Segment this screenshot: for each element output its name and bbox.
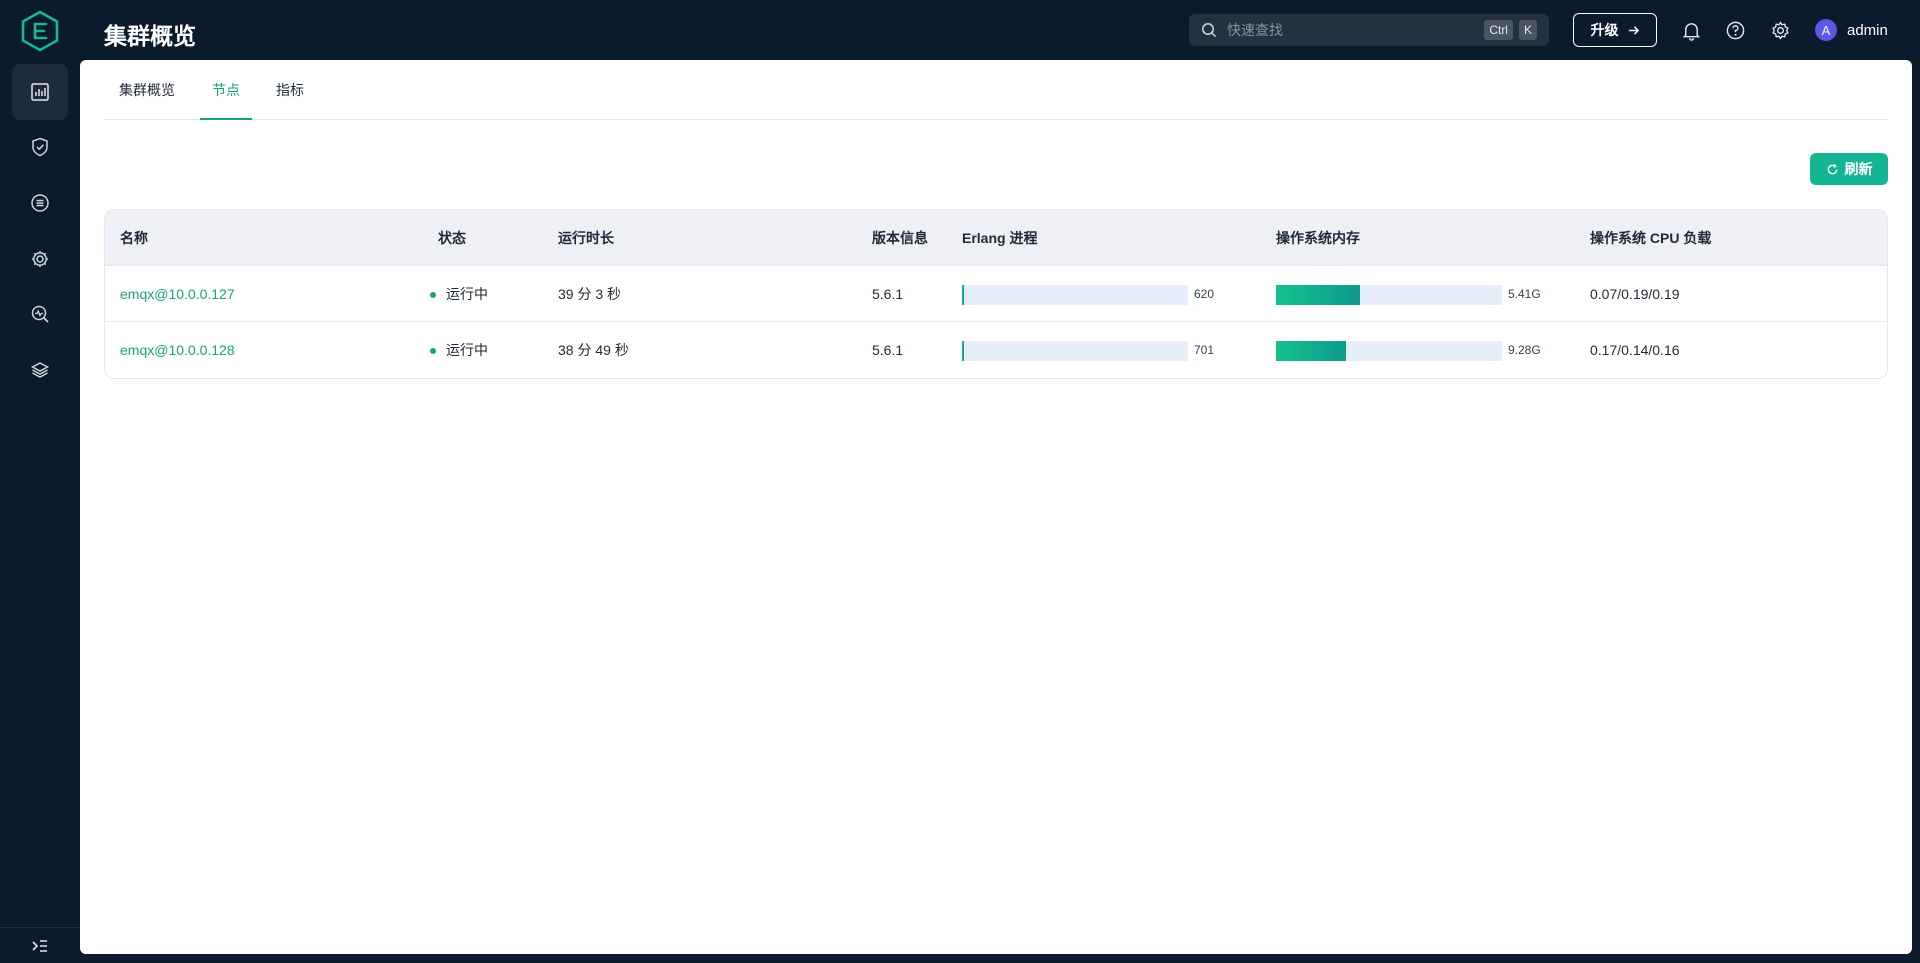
shortcut-key-ctrl: Ctrl bbox=[1484, 20, 1513, 40]
avatar: A bbox=[1815, 19, 1837, 41]
search-placeholder: 快速查找 bbox=[1227, 22, 1283, 38]
user-menu[interactable]: A admin bbox=[1815, 19, 1888, 41]
sidebar-item-management[interactable] bbox=[12, 231, 68, 287]
node-name-link[interactable]: emqx@10.0.0.128 bbox=[120, 322, 235, 378]
settings-button[interactable] bbox=[1768, 18, 1792, 42]
tab-cluster-overview[interactable]: 集群概览 bbox=[112, 60, 182, 120]
tab-bar: 集群概览 节点 指标 bbox=[104, 60, 1888, 120]
table-row: emqx@10.0.0.128 运行中 38 分 49 秒 5.6.1 701 … bbox=[105, 322, 1887, 378]
main-panel: 集群概览 节点 指标 刷新 名称 状态 运行时长 版本信息 Erlang 进程 … bbox=[80, 60, 1912, 954]
collapse-sidebar-button[interactable] bbox=[0, 927, 80, 963]
node-version: 5.6.1 bbox=[872, 342, 904, 358]
collapse-menu-icon bbox=[32, 939, 47, 952]
status-text: 运行中 bbox=[446, 342, 488, 358]
notifications-button[interactable] bbox=[1679, 18, 1703, 42]
status-dot bbox=[430, 348, 436, 355]
help-button[interactable] bbox=[1723, 18, 1747, 42]
column-header-status: 状态 bbox=[438, 230, 466, 246]
emqx-logo-icon[interactable] bbox=[20, 10, 60, 52]
os-memory-value: 9.28G bbox=[1508, 343, 1541, 357]
column-header-os-memory: 操作系统内存 bbox=[1276, 230, 1360, 246]
column-header-name: 名称 bbox=[120, 230, 148, 246]
column-header-version: 版本信息 bbox=[872, 230, 928, 246]
management-gear-icon bbox=[32, 251, 48, 267]
bell-icon bbox=[1682, 22, 1700, 41]
shortcut-key-k: K bbox=[1518, 20, 1537, 40]
upgrade-button[interactable]: 升级 bbox=[1573, 13, 1657, 47]
search-icon bbox=[1202, 23, 1217, 38]
shield-check-icon bbox=[32, 137, 48, 157]
node-uptime: 39 分 3 秒 bbox=[558, 286, 622, 302]
node-status: 运行中 bbox=[430, 322, 488, 378]
layers-icon bbox=[30, 362, 50, 378]
node-name-link[interactable]: emqx@10.0.0.127 bbox=[120, 266, 235, 322]
os-memory-bar bbox=[1276, 285, 1502, 305]
refresh-icon bbox=[1827, 163, 1837, 174]
node-version: 5.6.1 bbox=[872, 286, 904, 302]
erlang-process-count: 701 bbox=[1194, 343, 1215, 357]
sidebar bbox=[0, 0, 80, 963]
dashboard-icon bbox=[31, 83, 49, 101]
os-cpu-load: 0.07/0.19/0.19 bbox=[1590, 286, 1680, 302]
username: admin bbox=[1847, 21, 1888, 39]
os-memory-bar-fill bbox=[1276, 341, 1347, 361]
os-memory-value: 5.41G bbox=[1508, 287, 1541, 301]
node-status: 运行中 bbox=[430, 266, 488, 322]
help-circle-icon bbox=[1726, 21, 1744, 39]
table-header: 名称 状态 运行时长 版本信息 Erlang 进程 操作系统内存 操作系统 CP… bbox=[105, 210, 1887, 266]
node-uptime: 38 分 49 秒 bbox=[558, 342, 629, 358]
page-title: 集群概览 bbox=[104, 23, 196, 49]
erlang-process-bar bbox=[962, 285, 1188, 305]
arrow-right-icon bbox=[1628, 25, 1639, 35]
tab-metrics[interactable]: 指标 bbox=[270, 60, 310, 120]
table-row: emqx@10.0.0.127 运行中 39 分 3 秒 5.6.1 620 5… bbox=[105, 266, 1887, 322]
os-memory-bar-fill bbox=[1276, 285, 1360, 305]
os-cpu-load: 0.17/0.14/0.16 bbox=[1590, 342, 1680, 358]
column-header-uptime: 运行时长 bbox=[558, 230, 614, 246]
nodes-table: 名称 状态 运行时长 版本信息 Erlang 进程 操作系统内存 操作系统 CP… bbox=[104, 209, 1888, 379]
refresh-button[interactable]: 刷新 bbox=[1810, 153, 1888, 185]
sidebar-item-diagnose[interactable] bbox=[12, 286, 68, 342]
erlang-process-bar-fill bbox=[962, 341, 964, 361]
erlang-process-count: 620 bbox=[1194, 287, 1215, 301]
sidebar-item-dashboard[interactable] bbox=[12, 64, 68, 120]
column-header-erlang-processes: Erlang 进程 bbox=[962, 230, 1038, 246]
os-memory-bar bbox=[1276, 341, 1502, 361]
upgrade-label: 升级 bbox=[1590, 22, 1619, 38]
column-header-os-cpu-load: 操作系统 CPU 负载 bbox=[1590, 230, 1712, 246]
sidebar-item-integration[interactable] bbox=[12, 175, 68, 231]
diagnose-icon bbox=[31, 305, 49, 323]
status-dot bbox=[430, 292, 436, 299]
tab-nodes[interactable]: 节点 bbox=[200, 60, 252, 120]
refresh-label: 刷新 bbox=[1844, 161, 1873, 177]
status-text: 运行中 bbox=[446, 286, 488, 302]
erlang-process-bar bbox=[962, 341, 1188, 361]
search-input[interactable]: 快速查找 Ctrl K bbox=[1189, 14, 1549, 46]
sidebar-item-extensions[interactable] bbox=[12, 342, 68, 398]
integration-icon bbox=[31, 194, 49, 212]
gear-icon bbox=[1771, 21, 1789, 39]
sidebar-item-access-control[interactable] bbox=[12, 119, 68, 175]
erlang-process-bar-fill bbox=[962, 285, 964, 305]
